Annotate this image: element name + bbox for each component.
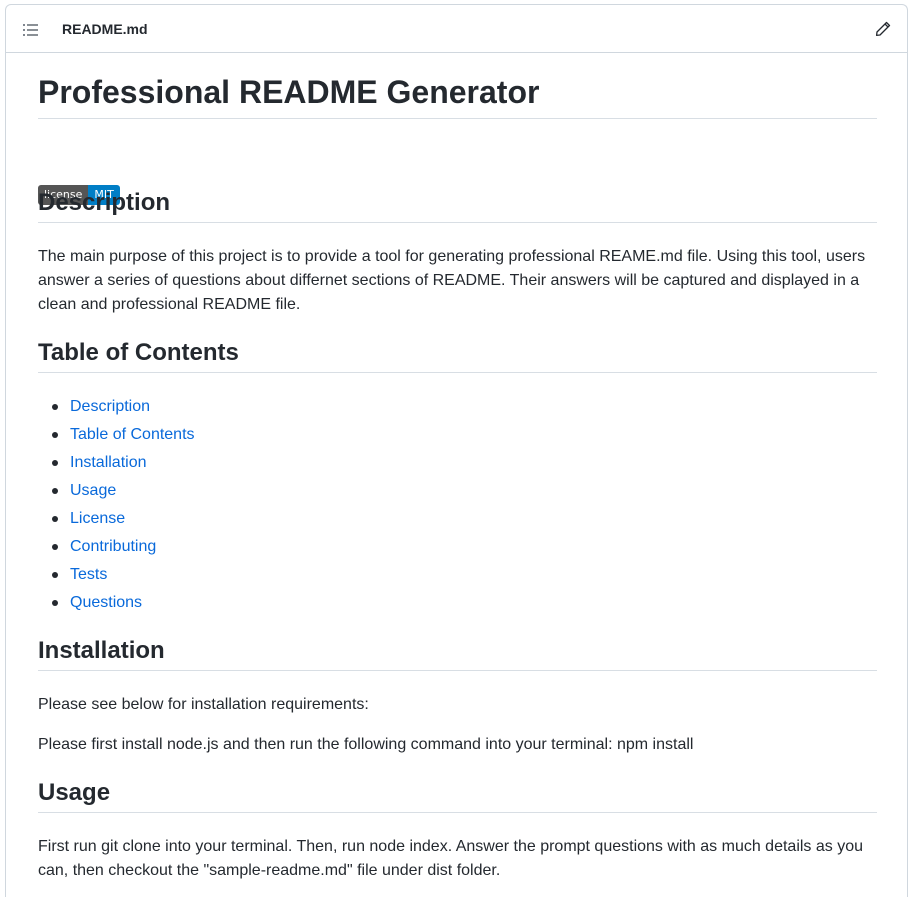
page-title: Professional README Generator xyxy=(38,72,877,119)
list-item: Usage xyxy=(38,479,195,507)
description-text: The main purpose of this project is to p… xyxy=(38,248,866,313)
toc-link-license[interactable]: License xyxy=(70,510,125,527)
file-header: README.md xyxy=(6,5,907,53)
toc-link-description[interactable]: Description xyxy=(70,398,150,415)
pencil-icon[interactable] xyxy=(875,21,891,37)
toc-heading: Table of Contents xyxy=(38,338,877,373)
description-heading: Description xyxy=(38,188,877,223)
toc-link-contributing[interactable]: Contributing xyxy=(70,538,156,555)
list-item: Questions xyxy=(38,591,195,619)
installation-text-1: Please see below for installation requir… xyxy=(38,696,369,713)
toc-list: Description Table of Contents Installati… xyxy=(38,395,195,619)
list-unordered-icon[interactable] xyxy=(22,22,40,38)
readme-panel: README.md Professional README Generator … xyxy=(5,4,908,897)
installation-heading: Installation xyxy=(38,636,877,671)
installation-text-2: Please first install node.js and then ru… xyxy=(38,736,694,753)
list-item: Installation xyxy=(38,451,195,479)
usage-text: First run git clone into your terminal. … xyxy=(38,838,864,879)
toc-link-usage[interactable]: Usage xyxy=(70,482,116,499)
toc-link-installation[interactable]: Installation xyxy=(70,454,147,471)
list-item: Tests xyxy=(38,563,195,591)
file-name: README.md xyxy=(62,21,148,37)
list-item: License xyxy=(38,507,195,535)
list-item: Description xyxy=(38,395,195,423)
toc-link-tests[interactable]: Tests xyxy=(70,566,107,583)
list-item: Contributing xyxy=(38,535,195,563)
list-item: Table of Contents xyxy=(38,423,195,451)
toc-link-questions[interactable]: Questions xyxy=(70,594,142,611)
usage-heading: Usage xyxy=(38,778,877,813)
toc-link-table-of-contents[interactable]: Table of Contents xyxy=(70,426,195,443)
